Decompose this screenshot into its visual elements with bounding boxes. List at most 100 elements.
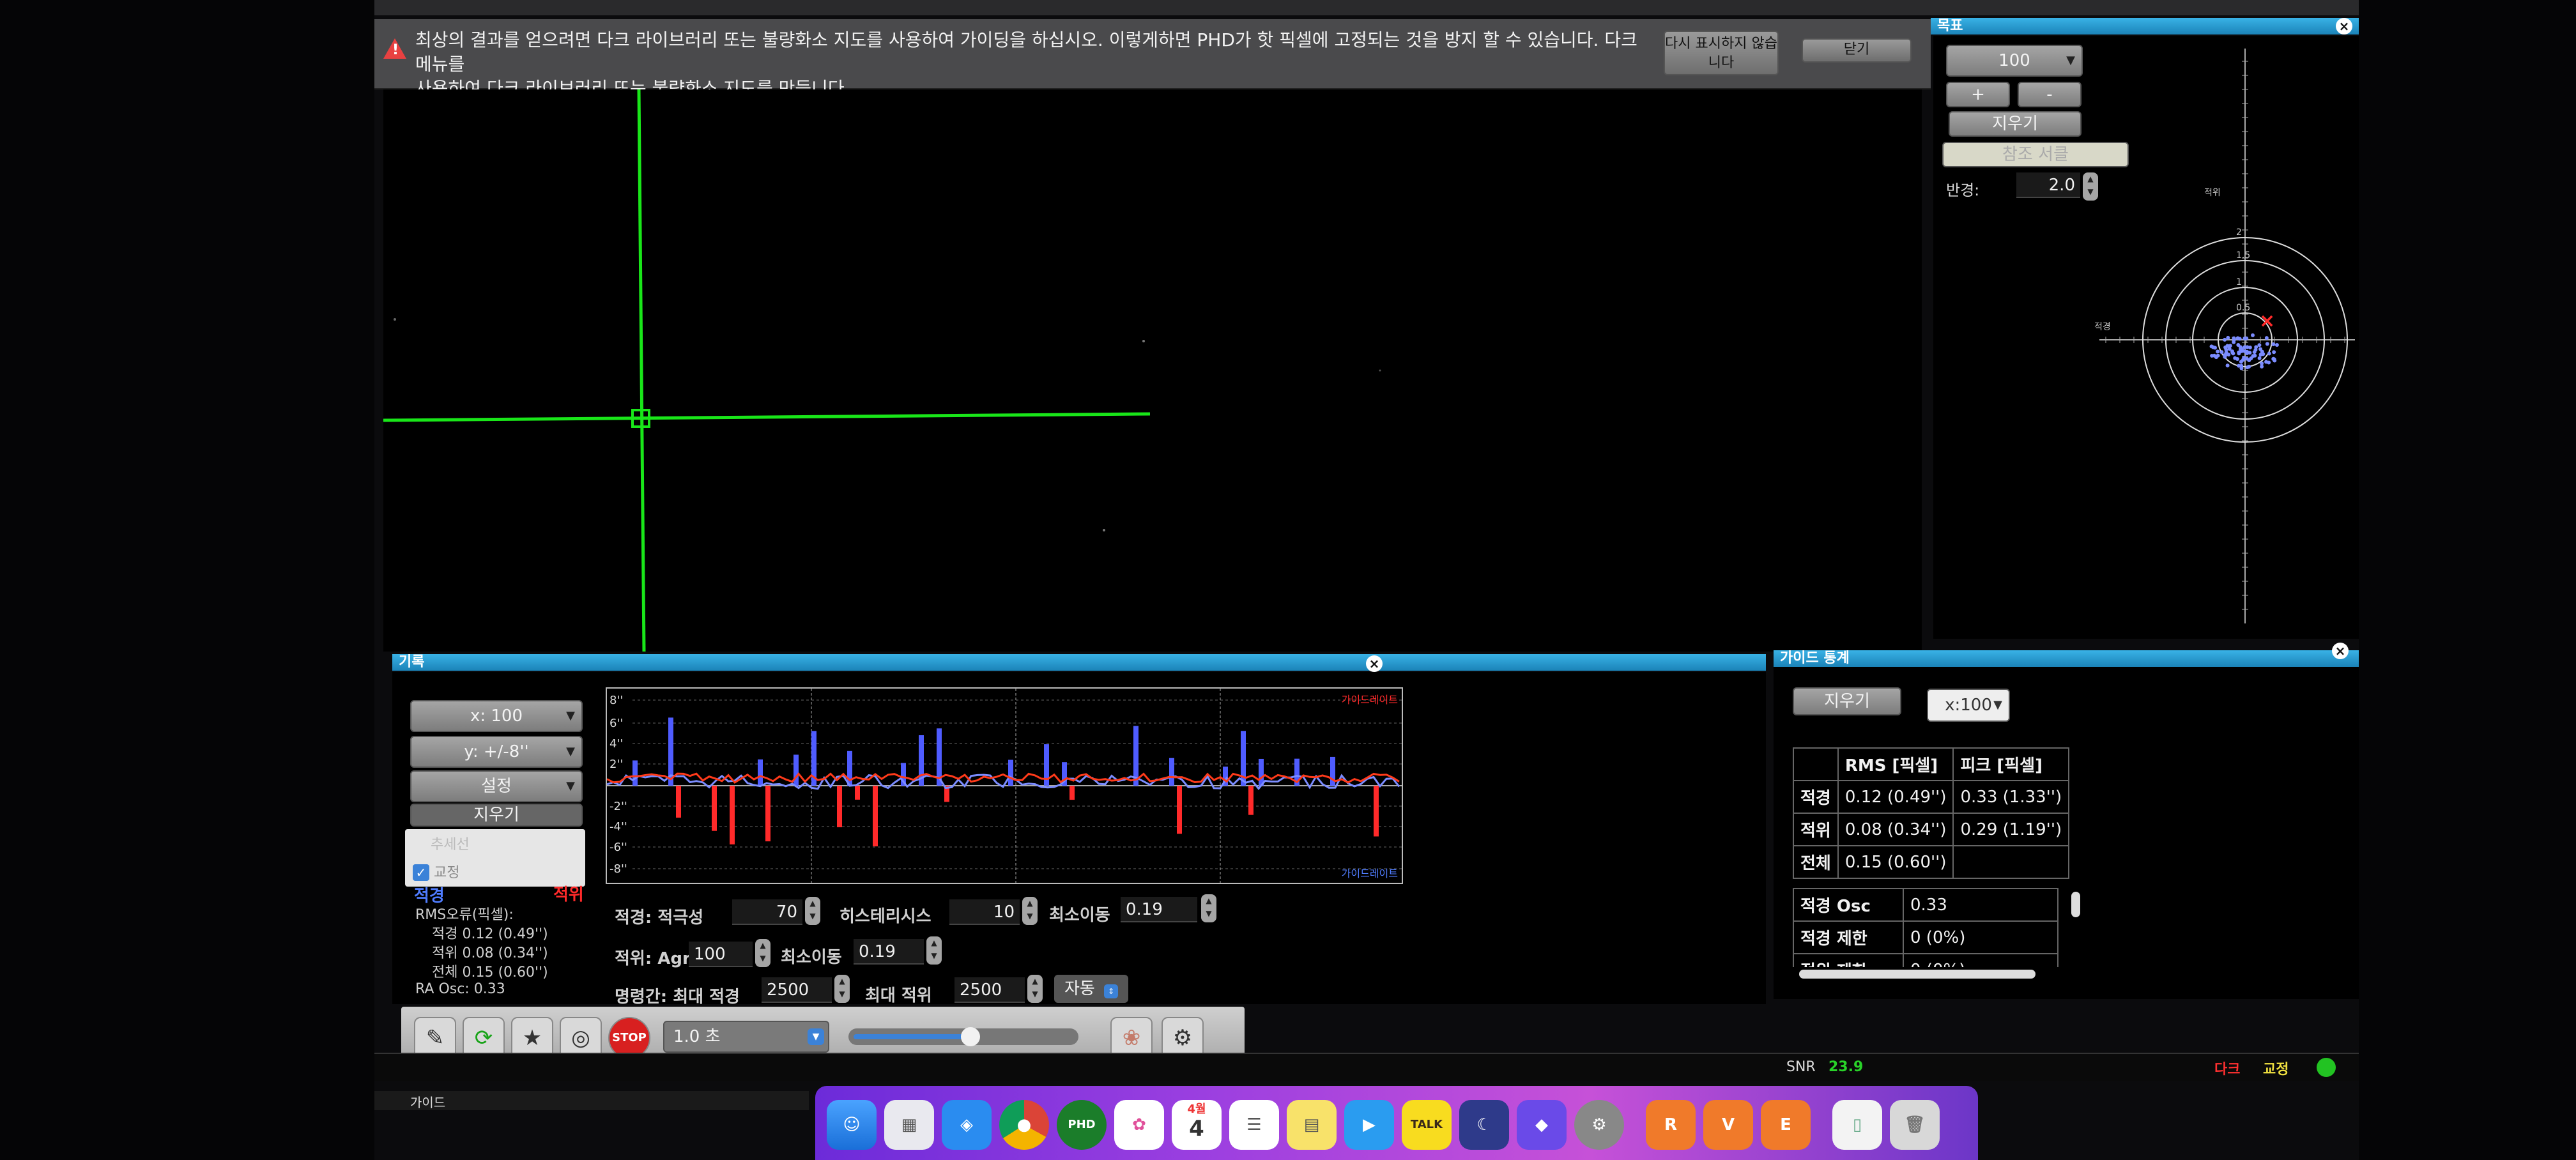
gamma-slider[interactable] bbox=[848, 1027, 1078, 1046]
history-close-icon[interactable]: × bbox=[1366, 655, 1383, 672]
zoom-in-button[interactable]: + bbox=[1946, 82, 2010, 107]
photos-icon[interactable]: ✿ bbox=[1114, 1100, 1164, 1150]
history-x-scale-dropdown[interactable]: x: 100 ▼ bbox=[410, 700, 583, 732]
target-close-icon[interactable]: × bbox=[2336, 18, 2352, 34]
history-settings-dropdown[interactable]: 설정 ▼ bbox=[410, 770, 583, 802]
stats-row-peak: 0.33 (1.33'') bbox=[1952, 780, 2070, 814]
dec-agr-stepper[interactable]: ▲ ▼ bbox=[755, 939, 770, 967]
dec-correction-bar bbox=[855, 786, 860, 800]
table-row: 전체 0.15 (0.60'') bbox=[1793, 845, 2070, 879]
star-view[interactable] bbox=[383, 89, 1922, 652]
ra-correction-bar bbox=[758, 759, 763, 786]
astro-app-icon[interactable]: ◆ bbox=[1517, 1100, 1567, 1150]
dec-correction-bar bbox=[873, 786, 878, 846]
target-last-point: × bbox=[2259, 310, 2275, 332]
stats-row-peak bbox=[1952, 845, 2070, 879]
exposure-dropdown[interactable]: 1.0 초 ▼ bbox=[663, 1021, 829, 1053]
target-point bbox=[2271, 356, 2276, 361]
horizontal-scrollbar[interactable] bbox=[1799, 970, 2035, 979]
nina-v-icon[interactable]: V bbox=[1703, 1100, 1753, 1150]
slider-knob[interactable] bbox=[961, 1027, 980, 1046]
guide-mode-dropdown[interactable]: 자동 ⇕ bbox=[1054, 975, 1128, 1003]
reminders-icon[interactable]: ☰ bbox=[1229, 1100, 1279, 1150]
vertical-scrollbar[interactable] bbox=[2071, 892, 2080, 917]
dec-error-line bbox=[606, 772, 1400, 784]
phd2-app-icon[interactable]: PHD bbox=[1057, 1100, 1107, 1150]
hysteresis-input[interactable]: 10 bbox=[949, 899, 1020, 925]
ra-min-move-input[interactable]: 0.19 bbox=[1121, 897, 1197, 922]
dec-correction-bar bbox=[712, 786, 717, 831]
dec-correction-bar bbox=[676, 786, 681, 818]
osc-row-value: 0.33 bbox=[1903, 888, 2058, 922]
system-settings-icon[interactable]: ⚙ bbox=[1574, 1100, 1624, 1150]
document-icon[interactable]: ▯ bbox=[1832, 1100, 1882, 1150]
target-point bbox=[2265, 342, 2269, 346]
ra-aggr-input[interactable]: 70 bbox=[732, 899, 802, 925]
crosshair-horizontal bbox=[383, 412, 1151, 422]
trash-icon[interactable]: 🗑 bbox=[1890, 1100, 1940, 1150]
table-row: 적위 제한 0 (0%) bbox=[1793, 953, 2058, 967]
notes-icon[interactable]: ▤ bbox=[1287, 1100, 1337, 1150]
nina-r-icon[interactable]: R bbox=[1646, 1100, 1696, 1150]
finder-icon[interactable]: ☺ bbox=[827, 1100, 877, 1150]
safari-icon[interactable]: ◈ bbox=[942, 1100, 992, 1150]
target-point bbox=[2258, 353, 2263, 357]
max-dec-stepper[interactable]: ▲ ▼ bbox=[1027, 975, 1043, 1003]
graph-y-label: 2'' bbox=[610, 758, 623, 771]
history-clear-button[interactable]: 지우기 bbox=[410, 804, 583, 827]
target-point bbox=[2220, 350, 2224, 355]
stats-close-icon[interactable]: × bbox=[2332, 643, 2349, 659]
osc-row-value: 0 (0%) bbox=[1903, 920, 2058, 954]
nina-e-icon[interactable]: E bbox=[1761, 1100, 1811, 1150]
dec-agr-input[interactable]: 100 bbox=[689, 942, 753, 967]
stats-header-row: RMS [픽셀] 피크 [픽셀] bbox=[1793, 747, 2070, 781]
stats-header-rms: RMS [픽셀] bbox=[1837, 747, 1954, 781]
hysteresis-stepper[interactable]: ▲ ▼ bbox=[1022, 897, 1038, 925]
osc-table-scroll[interactable]: 적경 Osc 0.33 적경 제한 0 (0%) 적위 제한 0 (0%) bbox=[1793, 888, 2084, 967]
dec-correction-bar bbox=[1070, 786, 1075, 800]
dont-show-again-button[interactable]: 다시 표시하지 않습니다 bbox=[1664, 31, 1779, 75]
calendar-day: 4 bbox=[1189, 1116, 1204, 1141]
ra-aggr-stepper[interactable]: ▲ ▼ bbox=[805, 897, 820, 925]
stats-row-peak: 0.29 (1.19'') bbox=[1952, 813, 2070, 846]
stats-scale-dropdown[interactable]: x:100 ▼ bbox=[1927, 689, 2010, 722]
snr-label: SNR bbox=[1786, 1059, 1816, 1075]
calendar-icon[interactable]: 4월 4 bbox=[1172, 1100, 1222, 1150]
max-ra-stepper[interactable]: ▲ ▼ bbox=[834, 975, 850, 1003]
chrome-icon[interactable]: ● bbox=[999, 1100, 1049, 1150]
mode-strip: 가이드 bbox=[374, 1091, 809, 1110]
stellarium-icon[interactable]: ☾ bbox=[1459, 1100, 1509, 1150]
phd2-window: ! 최상의 결과를 얻으려면 다크 라이브러리 또는 불량화소 지도를 사용하여… bbox=[374, 0, 2359, 1160]
trendline-checkbox[interactable]: 추세선 bbox=[431, 833, 470, 853]
correction-checkbox[interactable]: ✓ 교정 bbox=[413, 861, 459, 881]
target-point bbox=[2247, 364, 2251, 369]
ra-correction-bar bbox=[793, 754, 799, 786]
launchpad-icon[interactable]: ▦ bbox=[884, 1100, 934, 1150]
dec-min-move-label: 최소이동 bbox=[781, 948, 842, 967]
max-dec-input[interactable]: 2500 bbox=[954, 977, 1025, 1003]
osc-row-name: 적경 제한 bbox=[1793, 920, 1904, 954]
history-settings-label: 설정 bbox=[481, 777, 512, 796]
ra-min-move-stepper[interactable]: ▲ ▼ bbox=[1201, 894, 1216, 922]
history-panel: x: 100 ▼ y: +/-8'' ▼ 설정 ▼ 지우기 추세선 ✓ 교정 적… bbox=[392, 672, 1766, 1007]
target-panel-header: 목표 bbox=[1931, 18, 2359, 34]
history-y-scale-dropdown[interactable]: y: +/-8'' ▼ bbox=[410, 736, 583, 768]
target-point bbox=[2232, 336, 2236, 340]
max-ra-input[interactable]: 2500 bbox=[762, 977, 832, 1003]
ra-min-move-label: 최소이동 bbox=[1049, 906, 1110, 925]
chevron-down-icon: ▼ bbox=[566, 745, 575, 758]
osc-row-name: 적위 제한 bbox=[1793, 953, 1904, 967]
stats-panel: 지우기 x:100 ▼ RMS [픽셀] 피크 [픽셀] 적경 0.12 (0.… bbox=[1774, 667, 2359, 999]
target-point bbox=[2267, 351, 2271, 356]
facetime-icon[interactable]: ▶ bbox=[1344, 1100, 1394, 1150]
dec-min-move-input[interactable]: 0.19 bbox=[854, 939, 924, 965]
chevron-down-icon: ▼ bbox=[1993, 698, 2002, 712]
target-scale-value: 100 bbox=[1998, 51, 2030, 70]
target-ring-label: 2 bbox=[2236, 227, 2242, 238]
warning-banner: ! 최상의 결과를 얻으려면 다크 라이브러리 또는 불량화소 지도를 사용하여… bbox=[374, 19, 1931, 99]
close-warning-button[interactable]: 닫기 bbox=[1802, 38, 1912, 63]
dec-min-move-stepper[interactable]: ▲ ▼ bbox=[926, 936, 942, 965]
kakaotalk-icon[interactable]: TALK bbox=[1402, 1100, 1452, 1150]
stats-clear-button[interactable]: 지우기 bbox=[1793, 687, 1901, 715]
talk-label: TALK bbox=[1410, 1118, 1443, 1131]
